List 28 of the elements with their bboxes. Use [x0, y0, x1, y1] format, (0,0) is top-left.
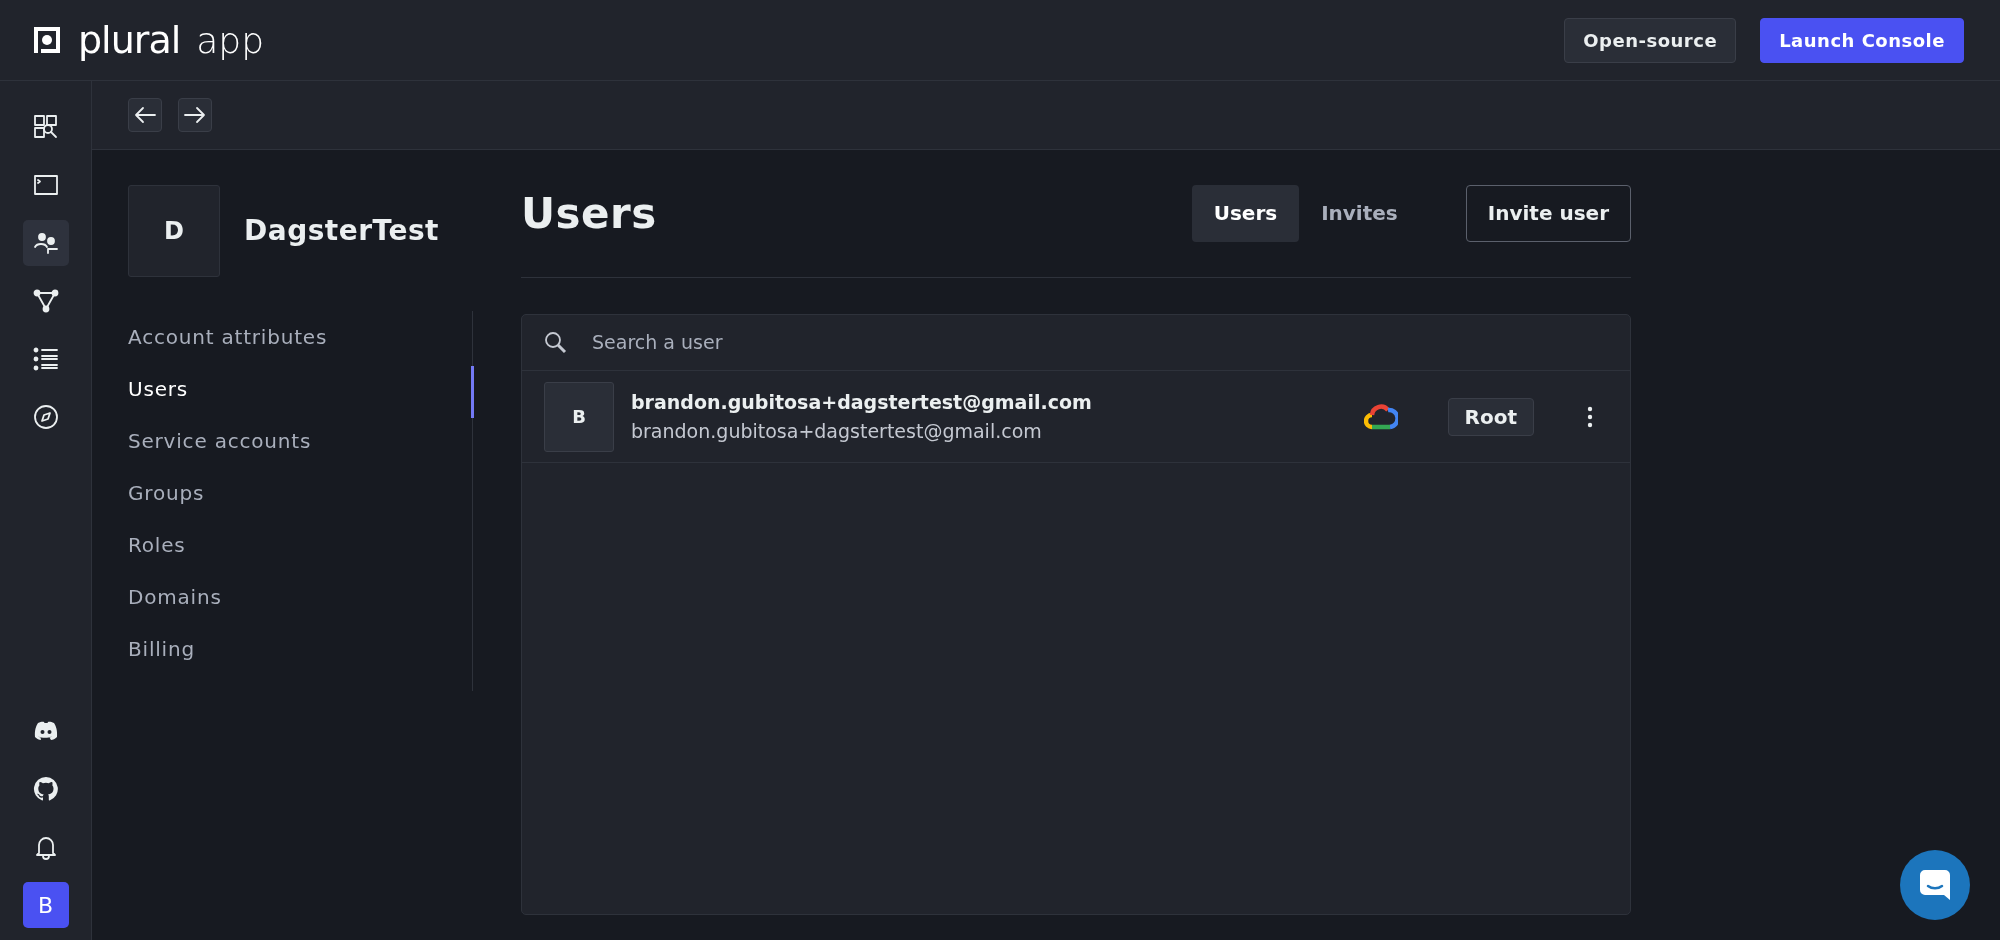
tab[interactable]: Users [1191, 184, 1300, 242]
selection-indicator [471, 366, 474, 418]
logo-icon [32, 25, 62, 55]
logo-text: plural [78, 16, 181, 64]
role-tag: Root [1447, 397, 1534, 436]
cloud-icon [1363, 402, 1398, 431]
search-icon [544, 330, 568, 355]
nav-link[interactable]: Billing [128, 631, 472, 683]
account-avatar: D [128, 185, 220, 277]
user-avatar: B [544, 381, 614, 452]
user-avatar[interactable]: B [22, 882, 69, 928]
page-title: Users [521, 187, 657, 240]
account-name: DagsterTest [244, 213, 439, 249]
nav-link[interactable]: Service accounts [128, 423, 472, 475]
launch-button[interactable]: Launch Console [1760, 17, 1964, 63]
people-icon[interactable] [22, 220, 69, 266]
tab[interactable]: Invites [1299, 184, 1420, 242]
app-label: app [196, 18, 264, 63]
user-email: brandon.gubitosa+dagstertest@gmail.com [631, 418, 1043, 444]
header-button[interactable]: Open-source [1564, 17, 1737, 63]
invite-button[interactable]: Invite user [1465, 184, 1631, 242]
nav-link[interactable]: Domains [128, 579, 472, 631]
search-field[interactable]: Search a user [590, 327, 1608, 358]
nav-link[interactable]: Users [128, 371, 472, 423]
nav-link[interactable]: Groups [128, 475, 472, 527]
nav-link[interactable]: Roles [128, 527, 472, 579]
user-name: brandon.gubitosa+dagstertest@gmail.com [631, 390, 1093, 415]
nav-link[interactable]: Account attributes [128, 319, 472, 371]
